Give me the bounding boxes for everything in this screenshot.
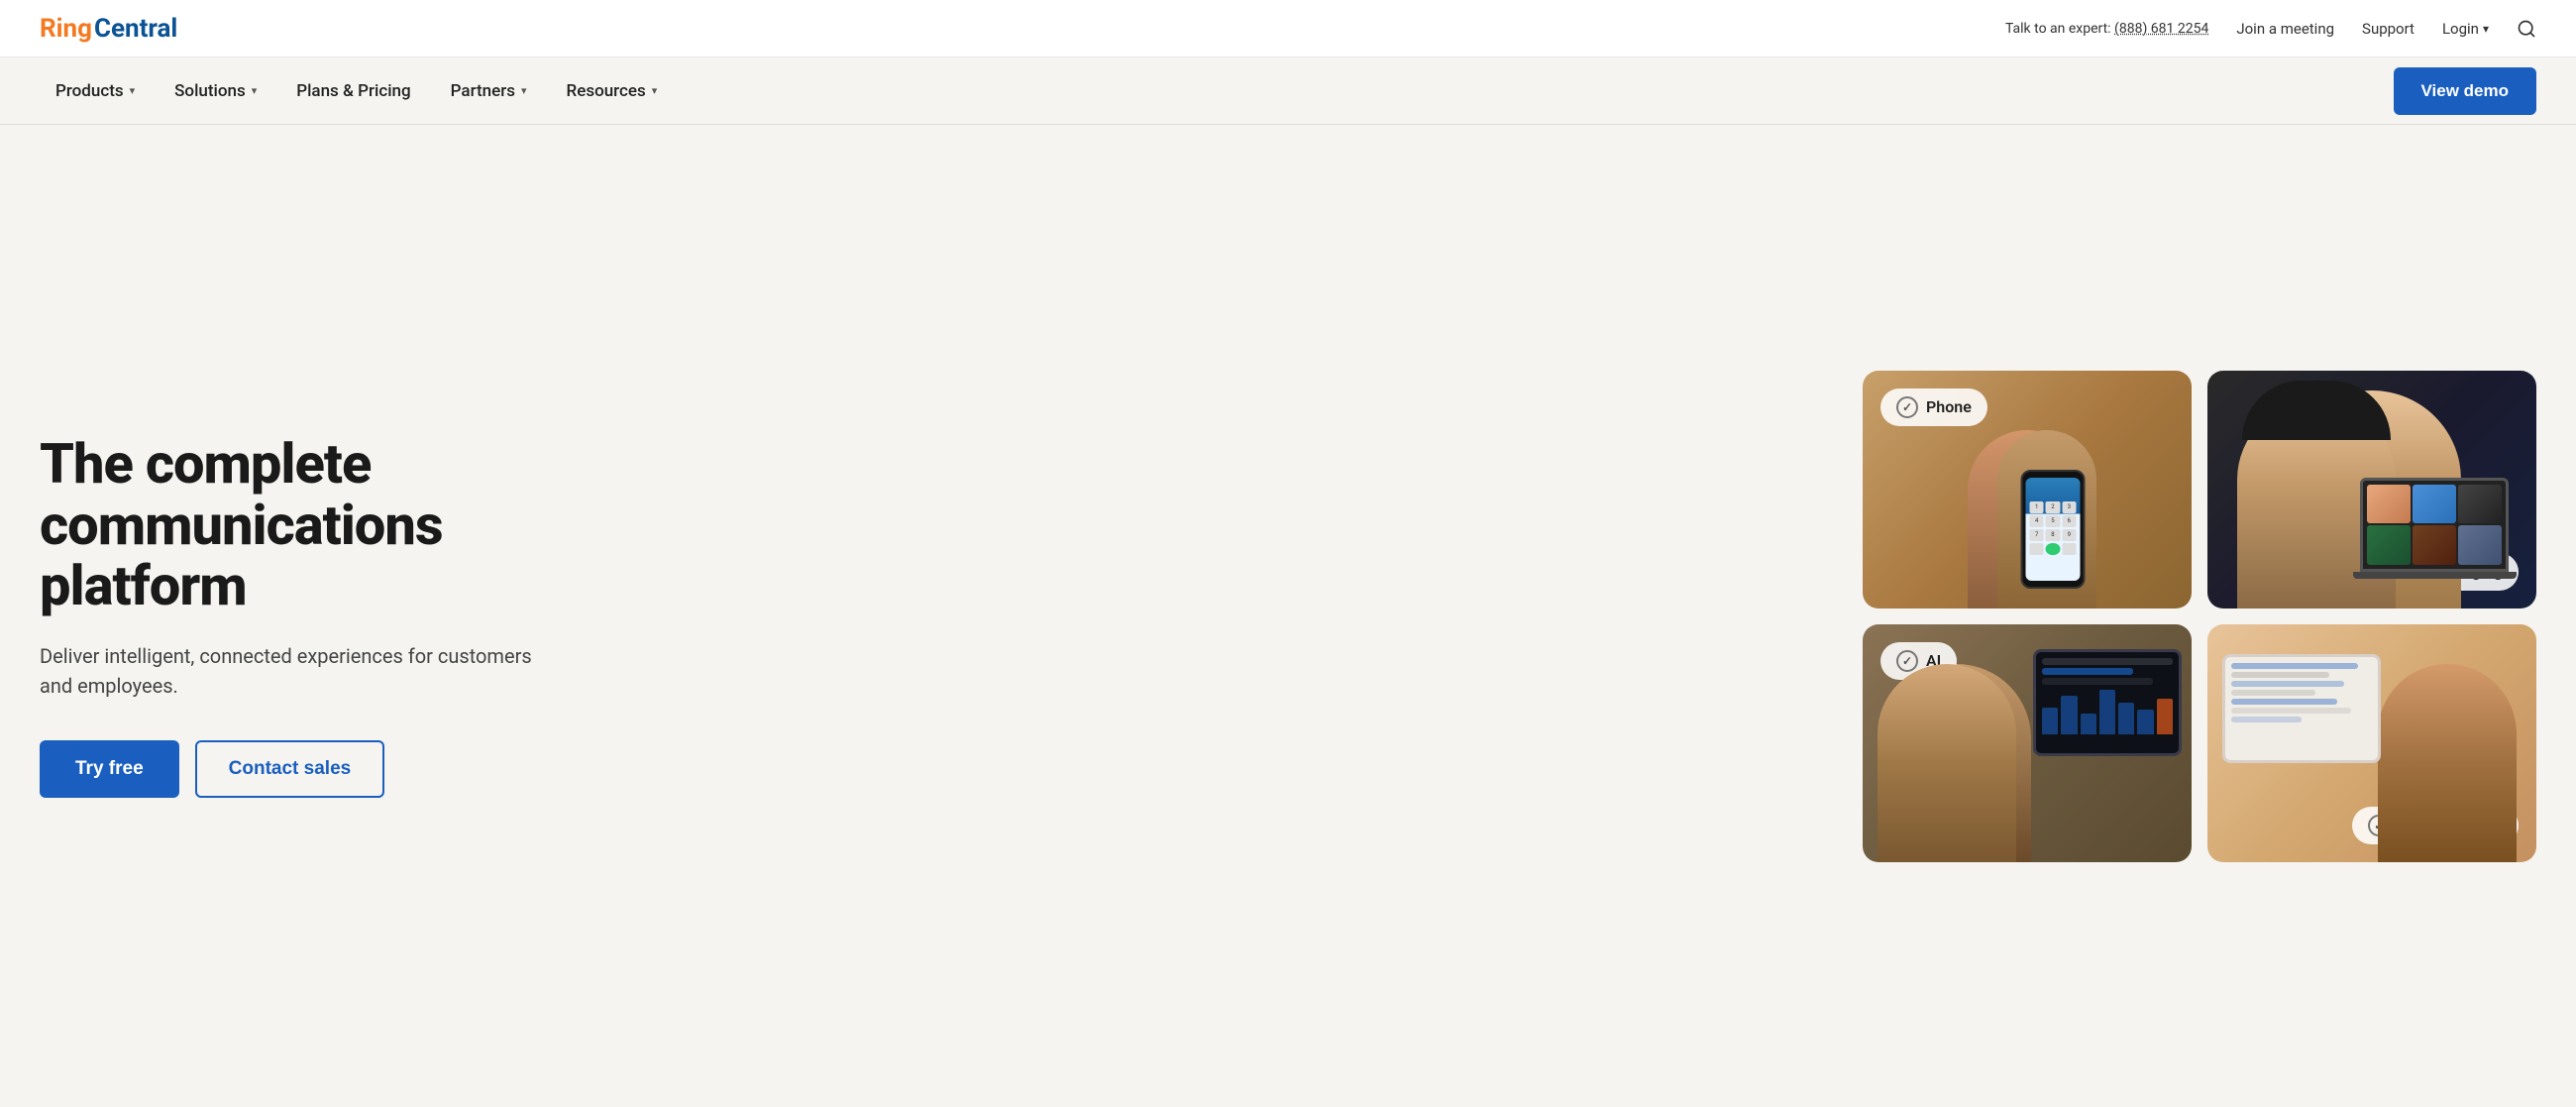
hero-left: The complete communications platform Del… — [40, 434, 555, 798]
contact-center-card: ✓ Contact center — [2207, 624, 2536, 862]
login-link[interactable]: Login ▾ — [2442, 20, 2489, 38]
hero-buttons: Try free Contact sales — [40, 740, 555, 798]
chevron-down-icon: ▾ — [130, 84, 136, 97]
phone-card: 1 2 3 4 5 6 7 8 9 ✓ — [1863, 371, 2192, 609]
chevron-down-icon: ▾ — [2483, 22, 2489, 36]
phone-badge: ✓ Phone — [1880, 388, 1987, 426]
nav-products[interactable]: Products ▾ — [40, 73, 151, 109]
top-bar-right: Talk to an expert: (888) 681 2254 Join a… — [2005, 19, 2536, 39]
video-card: ✓ Video & Messaging — [2207, 371, 2536, 609]
nav-links: Products ▾ Solutions ▾ Plans & Pricing P… — [40, 73, 673, 109]
chevron-down-icon: ▾ — [252, 84, 258, 97]
hero-subtitle: Deliver intelligent, connected experienc… — [40, 641, 555, 701]
hero-title: The complete communications platform — [40, 434, 555, 617]
check-icon: ✓ — [1896, 650, 1918, 672]
join-meeting-link[interactable]: Join a meeting — [2236, 20, 2334, 38]
chevron-down-icon: ▾ — [521, 84, 527, 97]
try-free-button[interactable]: Try free — [40, 740, 179, 798]
nav-bar: Products ▾ Solutions ▾ Plans & Pricing P… — [0, 57, 2576, 125]
ai-card: ✓ AI — [1863, 624, 2192, 862]
logo[interactable]: RingCentral — [40, 14, 177, 44]
expert-phone[interactable]: (888) 681 2254 — [2114, 21, 2208, 37]
nav-plans-pricing[interactable]: Plans & Pricing — [280, 73, 426, 109]
search-icon — [2517, 19, 2536, 39]
hero-section: The complete communications platform Del… — [0, 125, 2576, 1107]
search-button[interactable] — [2517, 19, 2536, 39]
support-link[interactable]: Support — [2362, 20, 2415, 38]
nav-resources[interactable]: Resources ▾ — [551, 73, 674, 109]
view-demo-button[interactable]: View demo — [2394, 67, 2537, 115]
check-icon: ✓ — [1896, 396, 1918, 418]
expert-label: Talk to an expert: (888) 681 2254 — [2005, 21, 2208, 37]
hero-image-grid: 1 2 3 4 5 6 7 8 9 ✓ — [1863, 371, 2536, 862]
top-bar: RingCentral Talk to an expert: (888) 681… — [0, 0, 2576, 57]
logo-ring: Ring — [40, 14, 92, 44]
nav-solutions[interactable]: Solutions ▾ — [159, 73, 272, 109]
contact-sales-button[interactable]: Contact sales — [195, 740, 385, 798]
chevron-down-icon: ▾ — [652, 84, 658, 97]
nav-partners[interactable]: Partners ▾ — [435, 73, 543, 109]
logo-central: Central — [94, 14, 177, 44]
